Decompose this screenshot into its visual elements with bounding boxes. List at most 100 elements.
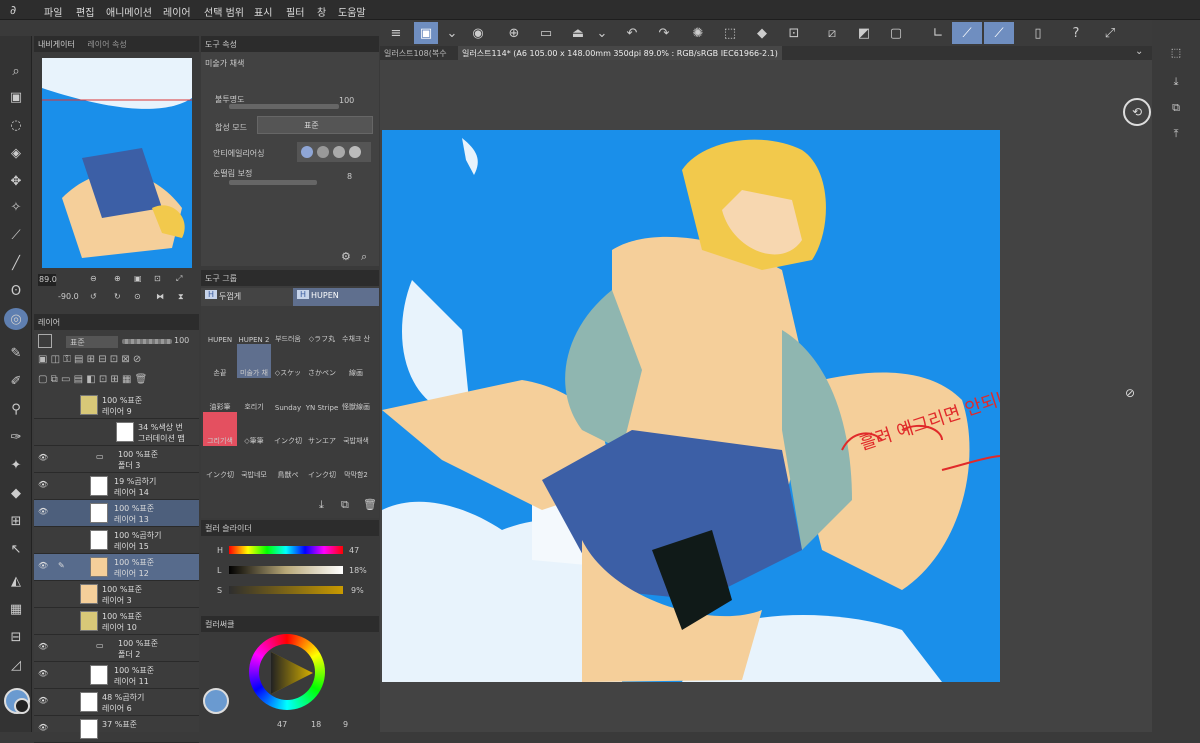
undo-icon[interactable]: ↶ <box>620 22 644 44</box>
table-row[interactable]: 👁 48 %곱하기 레이어 6 <box>34 689 199 716</box>
brush-item[interactable]: ◇ラフ丸 <box>305 310 339 344</box>
brush-item[interactable]: 막막함2 <box>339 446 373 480</box>
rotate-right-icon[interactable]: ↻ <box>114 292 121 301</box>
brush-item[interactable]: ◇筆筆 <box>237 412 271 446</box>
layers-icon[interactable]: ⧉ <box>1166 98 1186 118</box>
lightness-value[interactable]: 18% <box>349 566 367 575</box>
chevron-down-icon[interactable]: ⌄ <box>1135 46 1143 57</box>
artwork-canvas[interactable]: 흘려 예그리면 안되나~ <box>382 130 1000 682</box>
layer-opacity-value[interactable]: 100 <box>174 336 189 345</box>
table-row[interactable]: 34 %색상 번 그러데이션 맵 <box>34 419 199 446</box>
color-wheel-tab[interactable]: 컬러써클 <box>201 616 379 632</box>
magic-wand-icon[interactable]: ✧ <box>4 196 28 218</box>
marker-icon[interactable]: ✑ <box>4 426 28 448</box>
tab-layer-property[interactable]: 레이어 속성 <box>87 40 126 49</box>
clear-icon[interactable]: ⬚ <box>718 22 742 44</box>
pen-tool-icon[interactable]: ✎ <box>4 342 28 364</box>
fit-icon[interactable]: ▣ <box>134 274 142 283</box>
table-row[interactable]: 👁 100 %표준 레이어 13 <box>34 500 199 527</box>
menu-layer[interactable]: 레이어 <box>163 4 191 19</box>
export-icon[interactable]: ⬚ <box>1166 42 1186 62</box>
help-icon[interactable]: ? <box>1064 22 1088 44</box>
reset-rotation-icon[interactable]: ⊙ <box>134 292 141 301</box>
ruler-tool-icon[interactable]: ◿ <box>4 654 28 676</box>
move-tool-icon[interactable]: ✥ <box>4 170 28 192</box>
eye-icon[interactable]: 👁 <box>38 507 48 516</box>
saturation-value[interactable]: 9% <box>351 586 364 595</box>
select-arrow-icon[interactable]: ↖ <box>4 538 28 560</box>
stabilization-value[interactable]: 8 <box>347 172 352 181</box>
brush-item[interactable]: 油彩筆 <box>203 378 237 412</box>
lightness-slider[interactable] <box>229 566 343 574</box>
brush-item[interactable]: YN Stripe <box>305 378 339 412</box>
operation-tool-icon[interactable]: ▣ <box>4 86 28 108</box>
color-triangle[interactable] <box>267 650 315 696</box>
auto-select-icon[interactable]: ◈ <box>4 142 28 164</box>
opacity-value[interactable]: 100 <box>339 96 354 105</box>
hamburger-icon[interactable]: ≡ <box>384 22 408 44</box>
deselect-icon[interactable]: ⧄ <box>820 22 844 44</box>
brush-snap-icon[interactable]: ⟋ <box>952 22 982 44</box>
import-icon[interactable]: ⤒ <box>1166 124 1186 144</box>
eye-icon[interactable]: 👁 <box>38 723 48 732</box>
selection-mask-icon[interactable]: ▢ <box>884 22 908 44</box>
brush-item[interactable]: さかペン <box>305 344 339 378</box>
table-row[interactable]: 👁 ✎ 100 %표준 레이어 12 <box>34 554 199 581</box>
sub-color-swatch[interactable] <box>14 698 30 714</box>
eyedropper-icon[interactable]: ⟋ <box>4 224 28 246</box>
zoom-out-icon[interactable]: ⊖ <box>90 274 97 283</box>
menu-animation[interactable]: 애니메이션 <box>106 4 152 19</box>
saturation-slider[interactable] <box>229 586 343 594</box>
canvas-area[interactable]: ⟲ ⊘ 흘려 예그리면 안되나~ <box>380 60 1152 732</box>
chevron-down-icon[interactable]: ⌄ <box>440 22 464 44</box>
table-row[interactable]: 👁 100 %표준 레이어 11 <box>34 662 199 689</box>
layer-blend-select[interactable]: 표준 <box>66 336 118 348</box>
search-icon[interactable]: ⌕ <box>361 250 367 264</box>
download-icon[interactable]: ⤓ <box>1166 72 1186 92</box>
brush-item[interactable]: ◇スケッ <box>271 344 305 378</box>
eye-icon[interactable]: 👁 <box>38 561 48 570</box>
brush-item[interactable]: インク切 <box>271 412 305 446</box>
download-icon[interactable]: ⤓ <box>319 498 324 512</box>
line-tool-icon[interactable]: ╱ <box>4 252 28 274</box>
doc-tab-1[interactable]: 일러스트108(복수 <box>380 46 451 60</box>
zoom-tool-icon[interactable]: ⌕ <box>4 60 28 82</box>
table-row[interactable]: 100 %표준 레이어 3 <box>34 581 199 608</box>
phone-icon[interactable]: ▯ <box>1026 22 1050 44</box>
blend-select[interactable]: 표준 <box>257 116 373 134</box>
brush-item[interactable]: インク切 <box>305 446 339 480</box>
brush-item[interactable]: 鳥獣ペ <box>271 446 305 480</box>
aa-none[interactable] <box>301 146 313 158</box>
brush-item[interactable]: 線画 <box>339 344 373 378</box>
brush-item[interactable]: サンエア <box>305 412 339 446</box>
aa-medium[interactable] <box>333 146 345 158</box>
fit-window-icon[interactable]: ⤢ <box>176 274 182 284</box>
eye-icon[interactable]: 👁 <box>38 453 48 462</box>
brush-item[interactable]: HUPEN 2 <box>237 310 271 344</box>
brush-item[interactable]: 수채크 산 <box>339 310 373 344</box>
brush-item[interactable]: HUPEN <box>203 310 237 344</box>
tab-navigator[interactable]: 내비게이터 <box>38 40 75 49</box>
gradient-icon[interactable]: ▦ <box>4 598 28 620</box>
zoom-in-icon[interactable]: ⊕ <box>114 274 121 283</box>
record-icon[interactable]: ◉ <box>466 22 490 44</box>
wheel-l-value[interactable]: 18 <box>311 720 321 729</box>
eye-icon[interactable]: 👁 <box>38 480 48 489</box>
antialias-selector[interactable] <box>297 142 371 162</box>
lasso-tool-icon[interactable]: ◌ <box>4 114 28 136</box>
loading-icon[interactable]: ✺ <box>686 22 710 44</box>
actual-size-icon[interactable]: ⊡ <box>154 274 161 283</box>
layer-opacity-slider[interactable] <box>122 339 172 344</box>
new-file-icon[interactable]: ⊕ <box>502 22 526 44</box>
opacity-slider[interactable] <box>229 104 339 109</box>
menu-selection[interactable]: 선택 범위 <box>204 4 244 19</box>
menu-file[interactable]: 파일 <box>44 4 62 19</box>
settings-icon[interactable]: ⚙ <box>341 250 351 263</box>
eye-icon[interactable]: 👁 <box>38 696 48 705</box>
trash-icon[interactable]: 🗑 <box>363 498 377 511</box>
transform-icon[interactable]: ⊡ <box>782 22 806 44</box>
lasso-fill-icon[interactable]: ʘ <box>4 280 28 302</box>
ruler-icon[interactable]: ∟ <box>926 22 950 44</box>
rotate-canvas-icon[interactable]: ⟲ <box>1123 98 1151 126</box>
brush-item[interactable]: 怪獣線画 <box>339 378 373 412</box>
